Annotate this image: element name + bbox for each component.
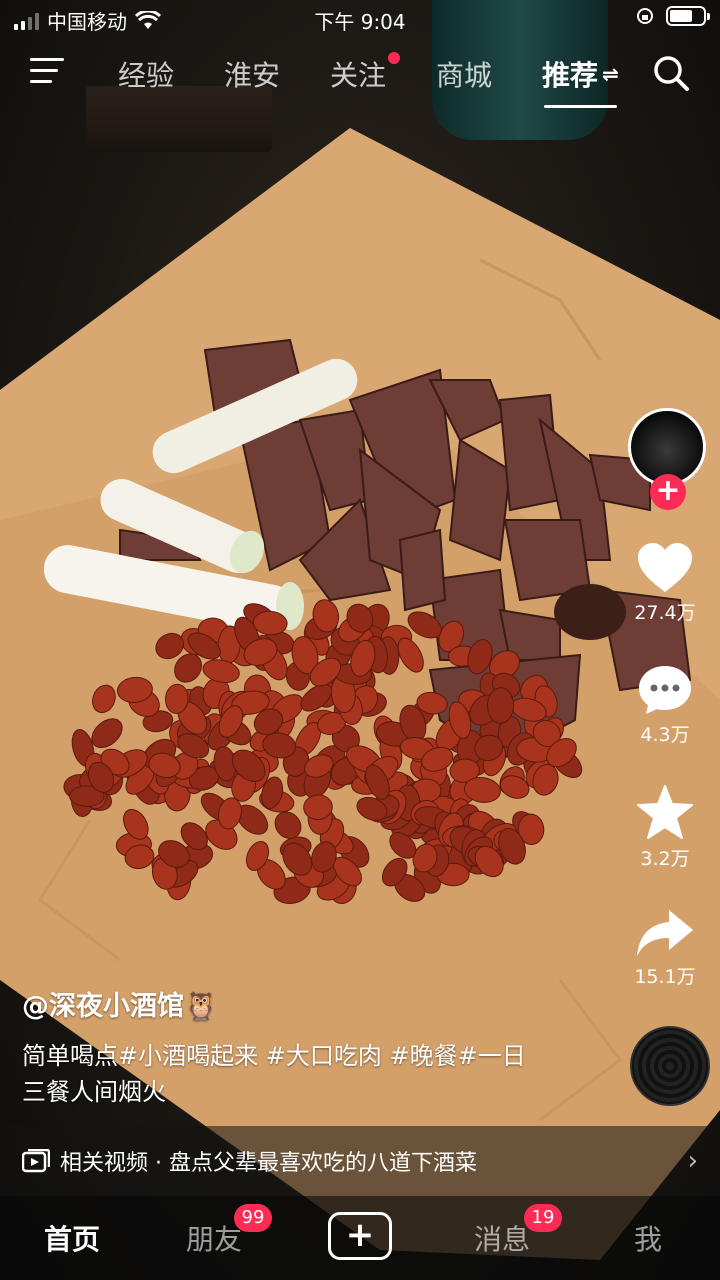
messages-badge: 19 xyxy=(524,1204,562,1232)
tab-messages-label: 消息 xyxy=(474,1223,531,1256)
related-video-bar[interactable]: 相关视频 · 盘点父辈最喜欢吃的八道下酒菜 › xyxy=(0,1126,720,1196)
create-button[interactable]: + xyxy=(328,1212,392,1260)
chevron-right-icon: › xyxy=(687,1146,698,1176)
music-disc[interactable] xyxy=(630,1026,710,1106)
tab-messages[interactable]: 消息 19 xyxy=(474,1204,562,1258)
tab-label: 关注 xyxy=(330,59,387,92)
like-count: 27.4万 xyxy=(634,602,696,624)
tab-home[interactable]: 首页 xyxy=(44,1218,100,1258)
search-icon[interactable] xyxy=(652,54,690,92)
comment-icon xyxy=(639,666,691,714)
comment-button[interactable]: 4.3万 xyxy=(610,664,720,747)
tab-mall[interactable]: 商城 xyxy=(436,54,492,94)
orientation-lock-icon xyxy=(637,8,653,24)
tab-label: 商城 xyxy=(436,59,493,92)
menu-icon[interactable] xyxy=(30,58,66,88)
friends-badge: 99 xyxy=(234,1204,272,1232)
tab-label: 淮安 xyxy=(224,59,281,92)
related-video-text: 相关视频 · 盘点父辈最喜欢吃的八道下酒菜 xyxy=(60,1151,477,1176)
tab-label: 经验 xyxy=(118,59,175,92)
tab-recommended[interactable]: 推荐 ⇌ xyxy=(542,54,619,108)
tab-friends-label: 朋友 xyxy=(186,1223,243,1256)
tab-friends[interactable]: 朋友 99 xyxy=(186,1204,272,1258)
tab-label: 推荐 xyxy=(542,59,599,92)
battery-icon xyxy=(666,6,710,26)
share-count: 15.1万 xyxy=(634,966,696,988)
follow-button[interactable]: + xyxy=(650,474,686,510)
status-right xyxy=(636,6,710,26)
tab-experience[interactable]: 经验 xyxy=(118,54,174,94)
favorite-button[interactable]: 3.2万 xyxy=(610,784,720,871)
switch-icon: ⇌ xyxy=(602,62,619,86)
active-tab-indicator xyxy=(544,105,617,108)
comment-count: 4.3万 xyxy=(640,724,690,746)
tab-me-label: 我 xyxy=(634,1223,663,1256)
author-name[interactable]: @深夜小酒馆🦉 xyxy=(22,984,218,1023)
favorite-count: 3.2万 xyxy=(640,848,690,870)
peanut xyxy=(486,687,515,724)
tab-home-label: 首页 xyxy=(44,1223,101,1256)
new-content-dot xyxy=(388,52,401,64)
like-button[interactable]: 27.4万 xyxy=(610,542,720,625)
tab-huaian[interactable]: 淮安 xyxy=(224,54,280,94)
video-caption[interactable]: 简单喝点#小酒喝起来 #大口吃肉 #晚餐#一日三餐人间烟火 xyxy=(22,1038,542,1110)
bottom-tabbar: 首页 朋友 99 + 消息 19 我 xyxy=(0,1196,720,1280)
tab-following[interactable]: 关注 xyxy=(330,52,401,94)
share-icon xyxy=(637,910,693,956)
heart-icon xyxy=(638,543,692,592)
top-nav: 经验 淮安 关注 商城 推荐 ⇌ xyxy=(0,44,720,108)
status-bar: 中国移动 下午 9:04 xyxy=(0,0,720,38)
video-collection-icon xyxy=(22,1149,50,1173)
share-button[interactable]: 15.1万 xyxy=(610,908,720,989)
video-screen[interactable]: 中国移动 下午 9:04 经验 淮安 关注 商城 推荐 ⇌ + 27.4万 4.… xyxy=(0,0,720,1280)
star-icon xyxy=(637,785,693,839)
status-time: 下午 9:04 xyxy=(314,10,406,34)
tab-me[interactable]: 我 xyxy=(634,1218,662,1258)
